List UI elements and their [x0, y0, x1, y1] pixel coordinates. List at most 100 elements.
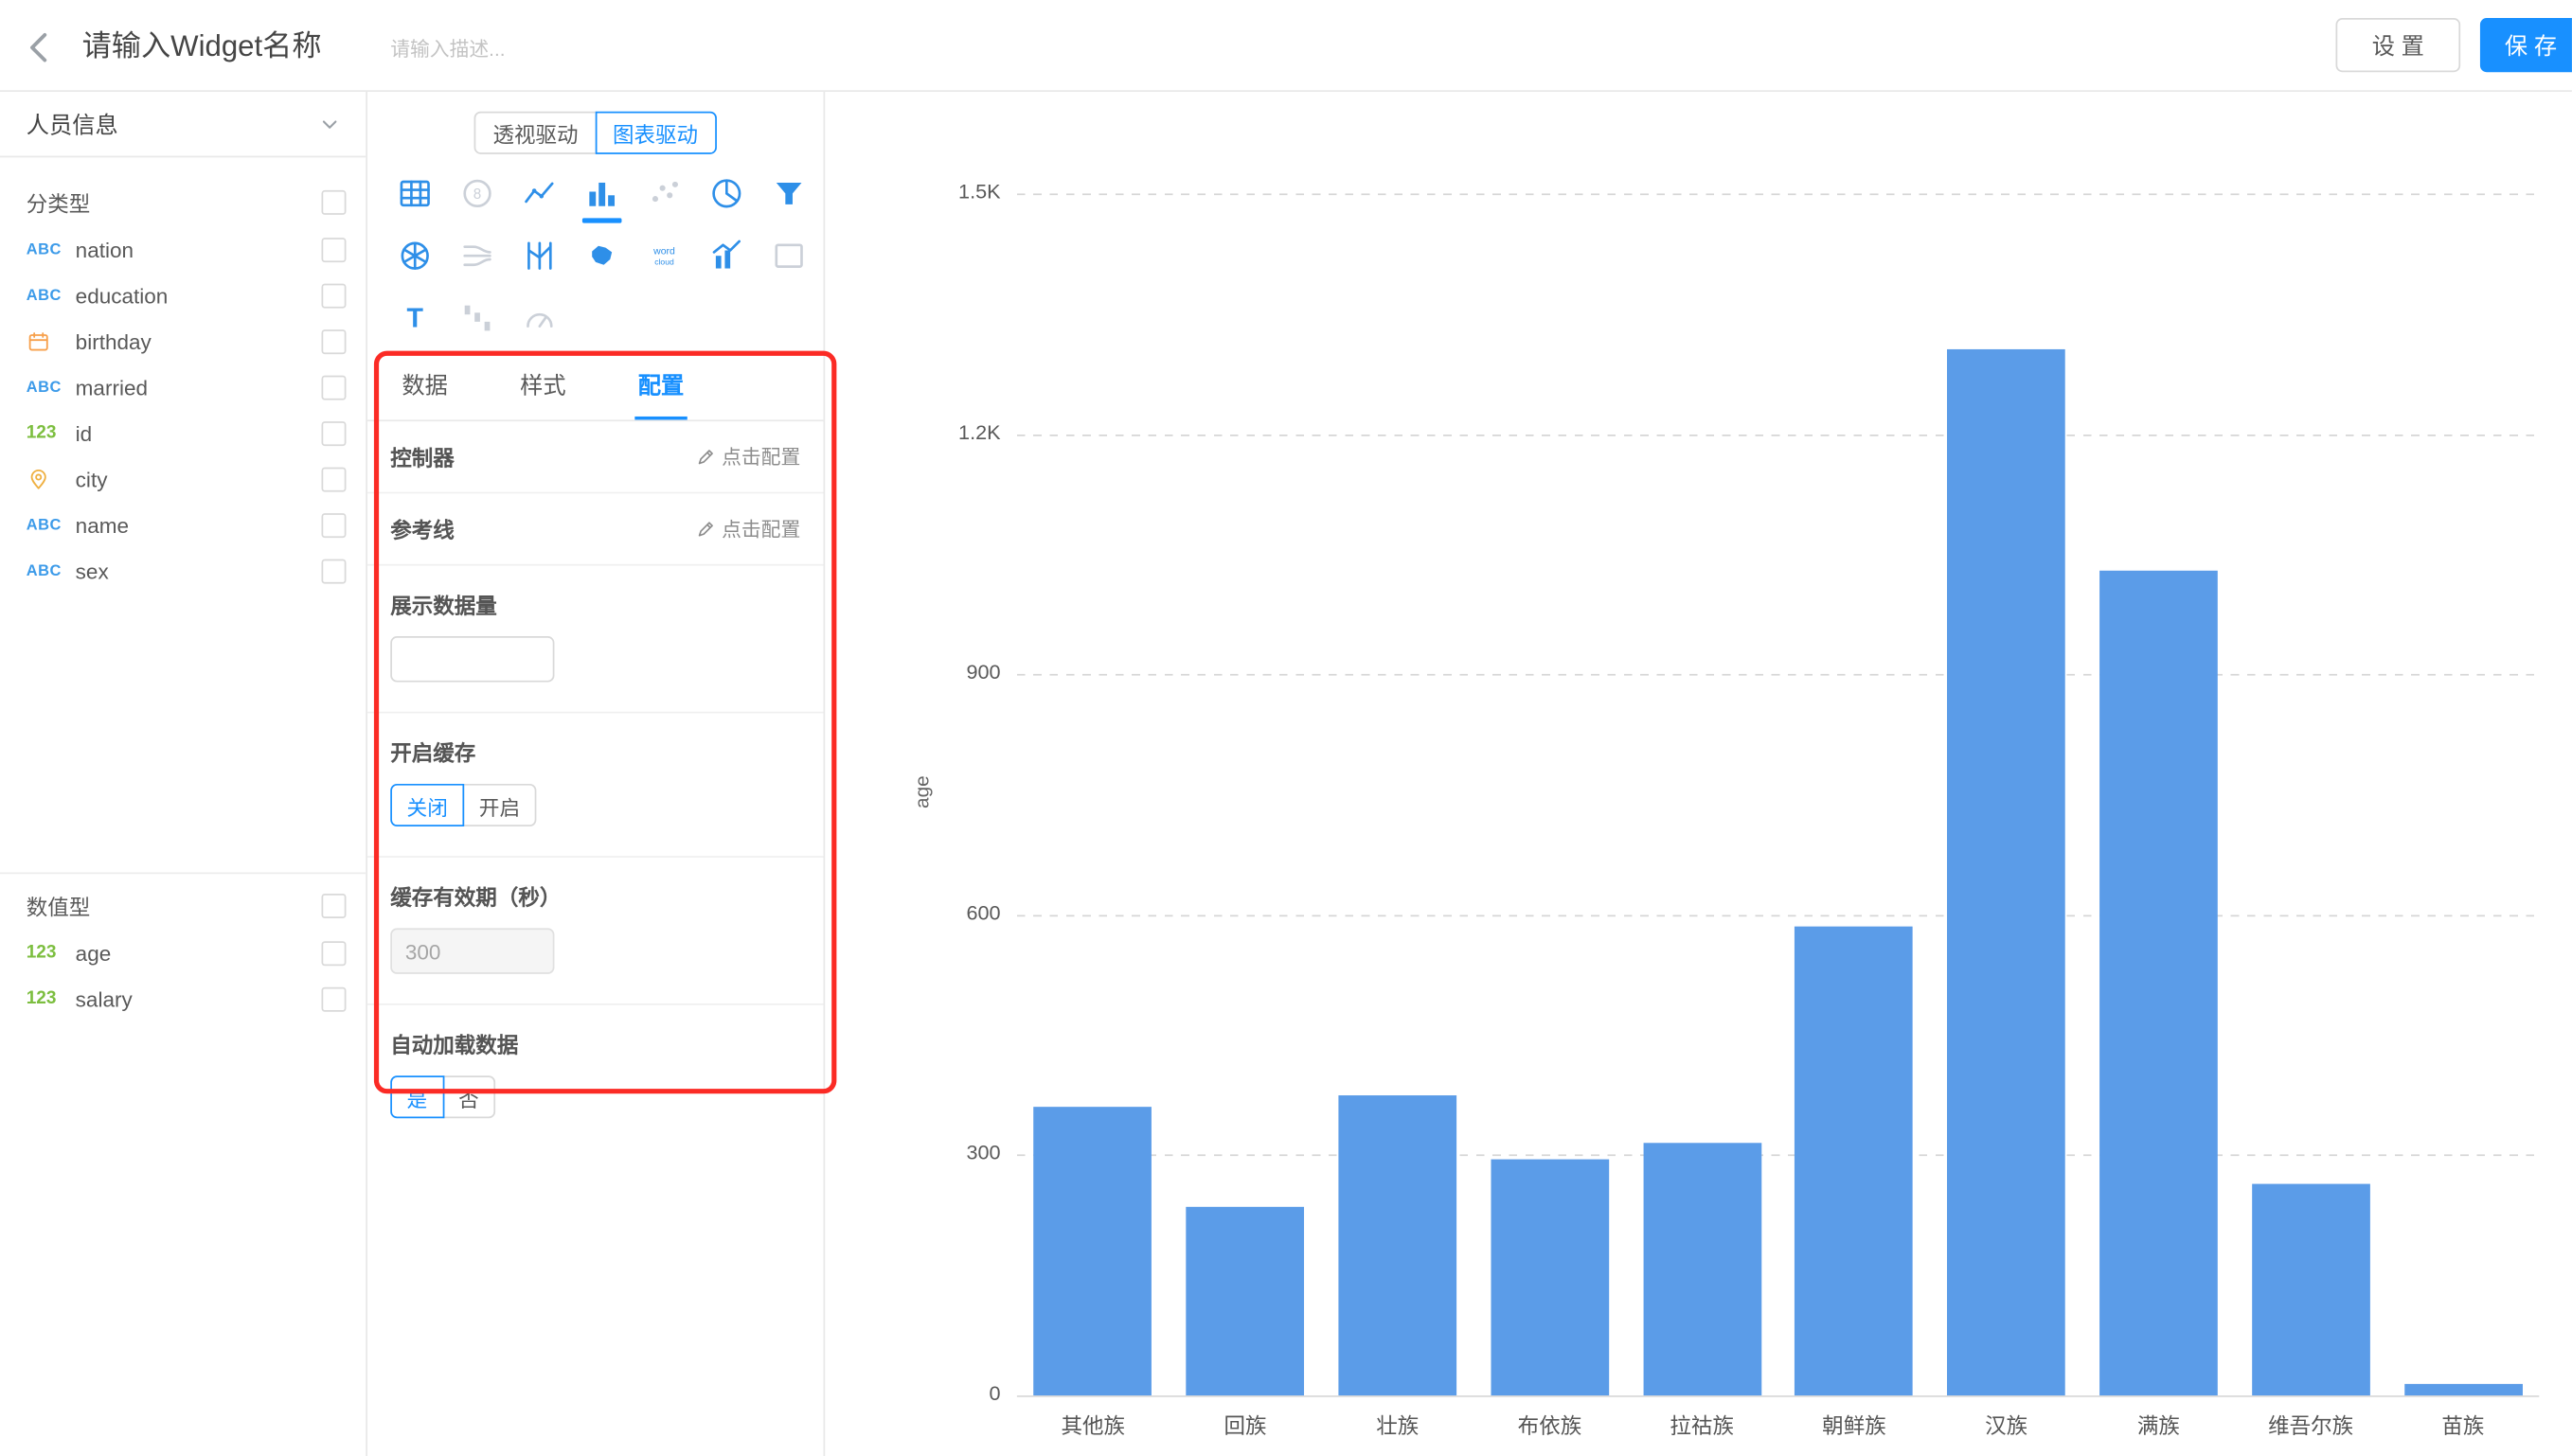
scorecard-chart-icon[interactable]: 8 [446, 164, 509, 222]
field-row-city[interactable]: city [0, 456, 366, 502]
gauge-chart-icon[interactable] [509, 289, 571, 347]
y-tick-label: 300 [916, 1142, 1001, 1164]
richtext-chart-icon[interactable]: T [384, 289, 446, 347]
field-row-salary[interactable]: 123salary [0, 976, 366, 1021]
radar-chart-icon[interactable] [384, 226, 446, 285]
field-name: married [76, 375, 322, 400]
field-checkbox[interactable] [321, 467, 346, 491]
bar-chart: 03006009001.2K1.5K其他族回族壮族布依族拉祜族朝鲜族汉族满族维吾… [1017, 193, 2539, 1395]
chart-bar-汉族[interactable] [1947, 349, 2065, 1395]
bar-chart-icon[interactable] [571, 164, 634, 222]
reference-line-row: 参考线 点击配置 [367, 493, 824, 565]
field-row-married[interactable]: ABCmarried [0, 364, 366, 410]
chart-bar-回族[interactable] [1187, 1207, 1305, 1395]
num-type-icon: 123 [27, 943, 76, 963]
field-checkbox[interactable] [321, 328, 346, 353]
parallel-chart-icon[interactable] [509, 226, 571, 285]
x-axis-label: 满族 [2082, 1409, 2235, 1440]
reference-line-configure-text: 点击配置 [722, 515, 800, 542]
controller-configure-text: 点击配置 [722, 443, 800, 471]
widget-name-input[interactable] [82, 22, 385, 71]
field-row-sex[interactable]: ABCsex [0, 548, 366, 594]
line-chart-icon[interactable] [509, 164, 571, 222]
field-section-label: 分类型 [27, 186, 91, 218]
y-tick-label: 0 [916, 1382, 1001, 1405]
field-section: 数值型123age123salary [0, 872, 366, 1021]
funnel-chart-icon[interactable] [758, 164, 820, 222]
mode-option-图表驱动[interactable]: 图表驱动 [595, 112, 716, 154]
field-row-nation[interactable]: ABCnation [0, 226, 366, 272]
wordcloud-chart-icon[interactable]: wordcloud [634, 226, 696, 285]
field-row-birthday[interactable]: birthday [0, 318, 366, 364]
iframe-chart-icon[interactable] [758, 226, 820, 285]
chart-bar-拉祜族[interactable] [1643, 1143, 1761, 1395]
location-type-icon [27, 467, 76, 491]
display-count-block: 展示数据量 [367, 566, 824, 714]
cache-option-关闭[interactable]: 关闭 [390, 784, 464, 826]
chart-bar-布依族[interactable] [1491, 1159, 1609, 1395]
field-name: sex [76, 559, 322, 583]
pencil-icon [695, 519, 715, 539]
x-axis-label: 其他族 [1017, 1409, 1170, 1440]
settings-button[interactable]: 设 置 [2336, 18, 2461, 72]
tab-配置[interactable]: 配置 [634, 354, 687, 419]
chart-bar-其他族[interactable] [1034, 1107, 1152, 1395]
section-checkbox[interactable] [321, 893, 346, 917]
dual-axis-chart-icon[interactable] [695, 226, 758, 285]
field-checkbox[interactable] [321, 940, 346, 965]
display-count-input[interactable] [390, 636, 554, 682]
autoload-option-否[interactable]: 否 [442, 1075, 495, 1118]
abc-type-icon: ABC [27, 240, 76, 258]
pie-chart-icon[interactable] [695, 164, 758, 222]
chart-bar-朝鲜族[interactable] [1795, 927, 1914, 1395]
y-tick-label: 1.2K [916, 420, 1001, 443]
y-tick-label: 600 [916, 901, 1001, 924]
field-row-education[interactable]: ABCeducation [0, 273, 366, 318]
cache-block: 开启缓存 关闭开启 [367, 713, 824, 857]
tab-样式[interactable]: 样式 [517, 354, 569, 419]
field-checkbox[interactable] [321, 283, 346, 308]
field-section-header: 数值型 [0, 880, 366, 930]
sankey-chart-icon[interactable] [446, 226, 509, 285]
table-chart-icon[interactable] [384, 164, 446, 222]
field-name: education [76, 283, 322, 308]
field-row-age[interactable]: 123age [0, 930, 366, 975]
field-name: nation [76, 237, 322, 261]
cache-option-开启[interactable]: 开启 [462, 784, 536, 826]
field-checkbox[interactable] [321, 237, 346, 261]
section-checkbox[interactable] [321, 189, 346, 214]
field-checkbox[interactable] [321, 375, 346, 400]
field-row-id[interactable]: 123id [0, 410, 366, 455]
field-checkbox[interactable] [321, 559, 346, 583]
chart-bar-苗族[interactable] [2404, 1383, 2523, 1395]
mode-option-透视驱动[interactable]: 透视驱动 [474, 112, 596, 154]
save-button[interactable]: 保 存 [2480, 18, 2572, 72]
chart-bar-壮族[interactable] [1338, 1095, 1456, 1395]
gridline [1017, 434, 2539, 435]
widget-description-input[interactable] [390, 33, 718, 66]
field-checkbox[interactable] [321, 986, 346, 1011]
cache-expire-input[interactable] [390, 928, 554, 973]
tab-数据[interactable]: 数据 [399, 354, 451, 419]
field-name: salary [76, 986, 322, 1011]
autoload-option-是[interactable]: 是 [390, 1075, 443, 1118]
gridline [1017, 1155, 2539, 1157]
controller-configure-link[interactable]: 点击配置 [695, 443, 800, 471]
field-checkbox[interactable] [321, 512, 346, 537]
field-checkbox[interactable] [321, 420, 346, 445]
back-button[interactable] [20, 27, 60, 67]
chevron-down-icon [320, 114, 340, 133]
field-name: age [76, 940, 322, 965]
map-chart-icon[interactable] [571, 226, 634, 285]
reference-line-configure-link[interactable]: 点击配置 [695, 515, 800, 542]
svg-text:T: T [406, 304, 423, 334]
controller-row: 控制器 点击配置 [367, 421, 824, 493]
scatter-chart-icon[interactable] [634, 164, 696, 222]
chart-bar-维吾尔族[interactable] [2252, 1183, 2370, 1395]
field-row-name[interactable]: ABCname [0, 502, 366, 547]
controller-label: 控制器 [390, 441, 455, 472]
header: 设 置 保 存 [0, 0, 2572, 92]
view-selector[interactable]: 人员信息 [0, 92, 366, 157]
waterfall-chart-icon[interactable] [446, 289, 509, 347]
chart-bar-满族[interactable] [2099, 570, 2218, 1395]
